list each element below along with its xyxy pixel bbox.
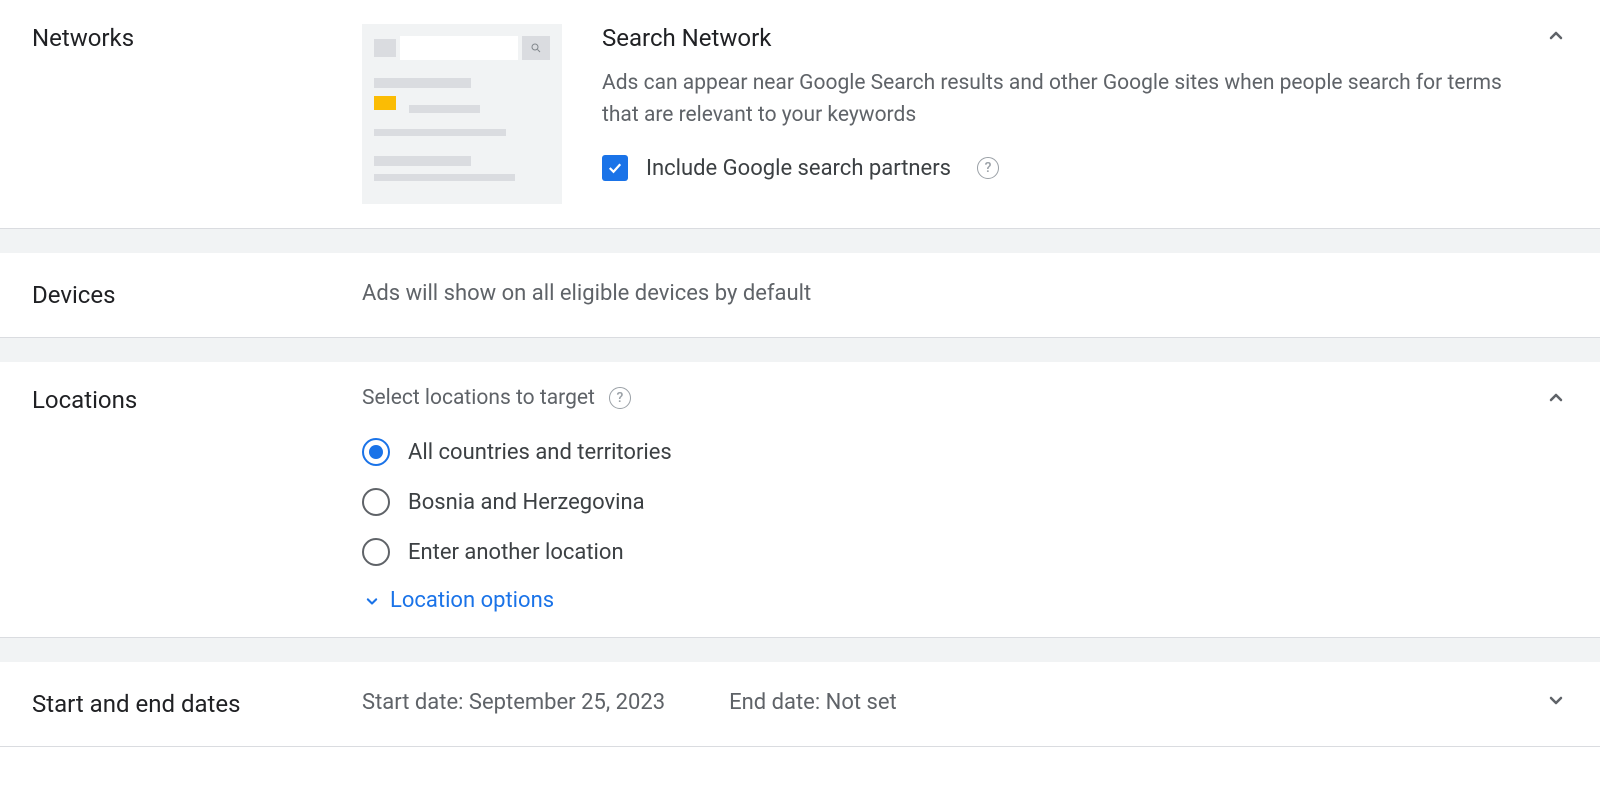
devices-label: Devices (32, 281, 362, 309)
start-date: Start date: September 25, 2023 (362, 690, 665, 715)
location-options-label: Location options (390, 588, 554, 613)
search-icon (522, 36, 550, 60)
include-search-partners-label: Include Google search partners (646, 156, 951, 181)
location-option-label: Enter another location (408, 540, 624, 565)
expand-dates-icon[interactable] (1544, 688, 1568, 712)
search-network-description: Ads can appear near Google Search result… (602, 68, 1508, 131)
location-option[interactable]: All countries and territories (362, 438, 1568, 466)
include-search-partners-checkbox[interactable] (602, 155, 628, 181)
location-option[interactable]: Enter another location (362, 538, 1568, 566)
help-icon[interactable]: ? (977, 157, 999, 179)
location-option[interactable]: Bosnia and Herzegovina (362, 488, 1568, 516)
search-network-title: Search Network (602, 24, 1508, 52)
locations-section: Locations Select locations to target ? A… (0, 362, 1600, 638)
locations-label: Locations (32, 386, 362, 414)
help-icon[interactable]: ? (609, 387, 631, 409)
devices-summary: Ads will show on all eligible devices by… (362, 281, 811, 306)
radio-button[interactable] (362, 488, 390, 516)
dates-label: Start and end dates (32, 690, 362, 718)
location-option-label: All countries and territories (408, 440, 672, 465)
networks-section: Networks (0, 0, 1600, 229)
collapse-networks-icon[interactable] (1544, 24, 1568, 48)
locations-prompt: Select locations to target (362, 386, 595, 410)
radio-button[interactable] (362, 538, 390, 566)
location-options-toggle[interactable]: Location options (362, 588, 1568, 613)
dates-section[interactable]: Start and end dates Start date: Septembe… (0, 662, 1600, 747)
collapse-locations-icon[interactable] (1544, 386, 1568, 410)
chevron-down-icon (362, 591, 382, 611)
search-network-illustration (362, 24, 562, 204)
radio-button[interactable] (362, 438, 390, 466)
networks-label: Networks (32, 24, 362, 52)
location-option-label: Bosnia and Herzegovina (408, 490, 645, 515)
end-date: End date: Not set (729, 690, 897, 715)
devices-section[interactable]: Devices Ads will show on all eligible de… (0, 253, 1600, 338)
